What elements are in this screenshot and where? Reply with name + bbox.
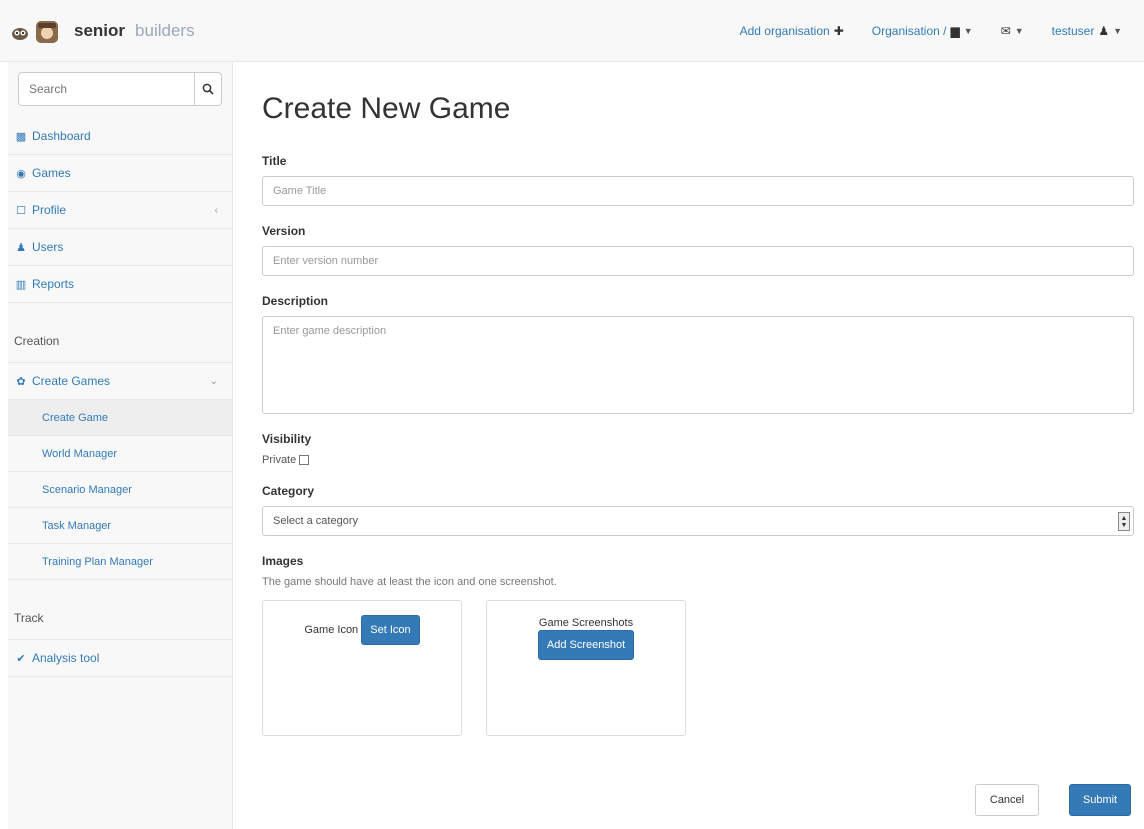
sidebar-item-label: Users: [32, 240, 64, 254]
title-label: Title: [262, 154, 287, 168]
sidebar-subitem-task-manager[interactable]: Task Manager: [8, 508, 232, 544]
envelope-icon: ✉: [1000, 24, 1011, 38]
images-help-text: The game should have at least the icon a…: [262, 576, 557, 588]
sidebar-header-creation: Creation: [8, 303, 232, 363]
check-icon: ✔: [16, 652, 26, 665]
sidebar-item-label: Reports: [32, 277, 75, 291]
game-icon-label: Game Icon: [304, 624, 359, 636]
user-icon: ♟: [16, 241, 26, 254]
version-placeholder: Enter version number: [273, 255, 379, 267]
sidebar-item-label: Profile: [32, 203, 67, 217]
sidebar: ▩ Dashboard ◉ Games ☐ Profile ‹ ♟ Users …: [8, 62, 233, 829]
page-title: Create New Game: [262, 92, 511, 125]
search-button[interactable]: [194, 73, 221, 105]
private-label: Private: [262, 454, 297, 466]
sidebar-item-games[interactable]: ◉ Games: [8, 155, 232, 192]
form-actions: Cancel Submit: [975, 784, 1131, 816]
caret-down-icon: ▼: [1113, 26, 1122, 36]
game-icon-box: Game Icon Set Icon: [262, 600, 462, 736]
sidebar-subitem-world-manager[interactable]: World Manager: [8, 436, 232, 472]
private-option: Private: [262, 454, 1134, 466]
sidebar-item-label: Dashboard: [32, 129, 91, 143]
title-input[interactable]: Game Title: [262, 176, 1134, 206]
dashboard-icon: ▩: [15, 130, 27, 143]
gear-icon: ✿: [16, 375, 26, 388]
version-input[interactable]: Enter version number: [262, 246, 1134, 276]
game-screenshots-label: Game Screenshots: [538, 617, 634, 629]
user-dropdown[interactable]: testuser ♟ ▼: [1038, 24, 1136, 38]
user-icon: ♟: [1098, 24, 1110, 38]
sidebar-item-users[interactable]: ♟ Users: [8, 229, 232, 266]
submit-button[interactable]: Submit: [1069, 784, 1131, 816]
description-placeholder: Enter game description: [273, 325, 387, 337]
gamepad-icon: ◉: [16, 167, 26, 180]
version-label: Version: [262, 224, 306, 238]
sidebar-search: [18, 72, 222, 106]
organisation-dropdown[interactable]: Organisation / ▆ ▼: [858, 24, 987, 38]
messages-dropdown[interactable]: ✉ ▼: [987, 24, 1038, 38]
chevron-down-icon: ⌄: [209, 375, 218, 387]
images-label: Images: [262, 554, 304, 568]
sidebar-subitem-training-plan-manager[interactable]: Training Plan Manager: [8, 544, 232, 580]
sidebar-item-create-games[interactable]: ✿ Create Games ⌄: [8, 363, 232, 400]
sidebar-subitem-create-game[interactable]: Create Game: [8, 400, 232, 436]
sidebar-item-dashboard[interactable]: ▩ Dashboard: [8, 118, 232, 155]
add-organisation-link[interactable]: Add organisation ✚: [726, 24, 858, 38]
add-organisation-label: Add organisation: [739, 24, 830, 38]
plus-icon: ✚: [833, 24, 844, 38]
set-icon-button[interactable]: Set Icon: [361, 615, 420, 645]
private-checkbox[interactable]: [299, 455, 310, 465]
username: testuser: [1051, 24, 1095, 38]
brand[interactable]: senior builders: [10, 14, 235, 48]
sidebar-item-profile[interactable]: ☐ Profile ‹: [8, 192, 232, 229]
organisation-label: Organisation /: [871, 24, 947, 38]
logo-icon: [10, 17, 62, 45]
visibility-label: Visibility: [262, 432, 312, 446]
sidebar-item-label: Create Games: [32, 374, 111, 388]
category-select[interactable]: Select a category ▲ ▼: [262, 506, 1134, 536]
cancel-button[interactable]: Cancel: [975, 784, 1039, 816]
search-icon: [202, 83, 214, 95]
image-boxes: Game Icon Set Icon Game Screenshots Add …: [262, 600, 1134, 736]
brand-subtitle: builders: [135, 21, 195, 40]
building-icon: ▆: [950, 24, 960, 38]
caret-down-icon: ▼: [1014, 26, 1024, 36]
sidebar-item-reports[interactable]: ▥ Reports: [8, 266, 232, 303]
description-label: Description: [262, 294, 329, 308]
title-placeholder: Game Title: [273, 185, 327, 197]
sidebar-item-analysis-tool[interactable]: ✔ Analysis tool: [8, 640, 232, 677]
top-navbar: senior builders Add organisation ✚ Organ…: [0, 0, 1144, 62]
chevron-left-icon: ‹: [214, 204, 218, 216]
brand-name: senior: [74, 21, 126, 40]
category-selected-value: Select a category: [273, 515, 358, 527]
game-screenshots-box: Game Screenshots Add Screenshot: [486, 600, 686, 736]
select-arrows-icon: ▲ ▼: [1118, 512, 1130, 531]
caret-down-icon: ▼: [963, 26, 973, 36]
add-screenshot-button[interactable]: Add Screenshot: [537, 630, 635, 660]
description-textarea[interactable]: Enter game description: [262, 316, 1134, 414]
sidebar-header-track: Track: [8, 580, 232, 640]
sidebar-item-label: Analysis tool: [32, 651, 100, 665]
sidebar-subitem-scenario-manager[interactable]: Scenario Manager: [8, 472, 232, 508]
category-label: Category: [262, 484, 315, 498]
profile-icon: ☐: [16, 204, 26, 217]
search-input[interactable]: [19, 73, 194, 105]
main-content: Create New Game Title Game Title Version…: [262, 62, 1134, 736]
bar-chart-icon: ▥: [15, 278, 27, 291]
sidebar-item-label: Games: [32, 166, 71, 180]
